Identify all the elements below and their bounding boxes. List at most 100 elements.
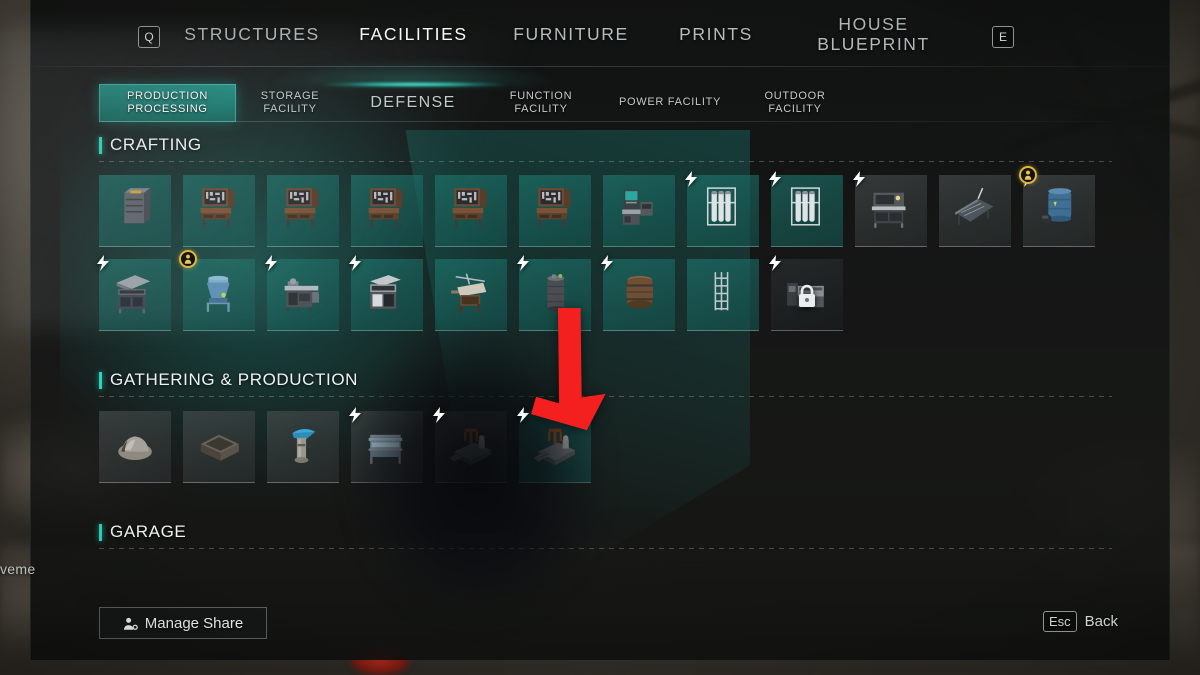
boiler-thumbnail [526, 266, 584, 321]
subtab-outdoor-facility[interactable]: OUTDOOR FACILITY [740, 84, 850, 122]
item-tile[interactable] [769, 171, 843, 247]
ore-pile-thumbnail [106, 418, 164, 473]
subtab-production-processing[interactable]: PRODUCTION PROCESSING [99, 84, 236, 122]
item-tile[interactable] [267, 175, 339, 247]
subtab-divider [99, 121, 1112, 122]
item-tile[interactable] [351, 175, 423, 247]
drafting-thumbnail [946, 182, 1004, 237]
manage-share-button[interactable]: Manage Share [99, 607, 267, 639]
item-grid-gathering-row1 [99, 407, 1119, 483]
planter-thumbnail [190, 418, 248, 473]
section-accent-bar [99, 136, 102, 154]
power-required-icon [264, 255, 278, 271]
item-tile[interactable] [433, 407, 507, 483]
tank-rack-thumbnail [694, 182, 752, 237]
item-tile[interactable] [519, 175, 591, 247]
item-tile[interactable] [183, 175, 255, 247]
tab-structures[interactable]: STRUCTURES [168, 24, 336, 44]
power-required-icon [684, 171, 698, 187]
key-hint-q[interactable]: Q [138, 26, 160, 48]
item-tile[interactable] [99, 411, 171, 483]
power-required-icon [516, 255, 530, 271]
item-tile[interactable] [99, 175, 171, 247]
tab-facilities-label: FACILITIES [359, 23, 468, 44]
item-tile[interactable] [687, 259, 759, 331]
subtab-power-facility[interactable]: POWER FACILITY [600, 84, 740, 122]
workbench-thumbnail [442, 182, 500, 237]
section-accent-bar [99, 371, 102, 389]
workbench-thumbnail [274, 182, 332, 237]
workbench-thumbnail [526, 182, 584, 237]
lab-bench-thumbnail [610, 182, 668, 237]
item-tile[interactable] [1019, 166, 1095, 247]
barrel-thumbnail [610, 266, 668, 321]
scaffold-thumbnail [694, 266, 752, 321]
item-tile[interactable] [685, 171, 759, 247]
power-required-icon [600, 255, 614, 271]
back-label: Back [1084, 613, 1118, 630]
section-title-gathering: GATHERING & PRODUCTION [110, 370, 359, 389]
item-tile[interactable] [349, 255, 423, 331]
fume-hood-thumbnail [862, 182, 920, 237]
key-hint-esc[interactable]: Esc [1042, 611, 1077, 632]
tab-furniture[interactable]: FURNITURE [491, 24, 651, 44]
section-divider-gathering [99, 396, 1112, 397]
item-grid-crafting-row1 [99, 166, 1119, 247]
tab-facilities[interactable]: FACILITIES [323, 4, 504, 88]
item-tile[interactable] [853, 171, 927, 247]
cabinet-thumbnail [106, 182, 164, 237]
power-required-icon [768, 255, 782, 271]
section-header-garage: GARAGE [99, 522, 186, 542]
stove-thumbnail [274, 266, 332, 321]
edge-label: veme [0, 561, 36, 577]
workbench-thumbnail [358, 182, 416, 237]
item-tile[interactable] [769, 255, 843, 331]
person-share-icon [123, 617, 138, 630]
item-tile[interactable] [603, 175, 675, 247]
power-required-icon [348, 407, 362, 423]
section-divider-garage [99, 548, 1112, 549]
tab-house-blueprint[interactable]: HOUSE BLUEPRINT [781, 14, 966, 54]
grill-thumbnail [106, 266, 164, 321]
item-tile[interactable] [349, 407, 423, 483]
blue-hopper-thumbnail [190, 266, 248, 321]
tab-prints[interactable]: PRINTS [651, 24, 781, 44]
item-tile[interactable] [517, 407, 591, 483]
subtab-function-facility[interactable]: FUNCTION FACILITY [482, 84, 600, 122]
header-divider [30, 66, 1170, 67]
water-pump-thumbnail [274, 418, 332, 473]
item-tile[interactable] [435, 259, 507, 331]
item-tile[interactable] [267, 411, 339, 483]
power-required-icon [516, 407, 530, 423]
rig-platform-thumbnail [526, 418, 584, 473]
loom-thumbnail [442, 266, 500, 321]
section-header-gathering: GATHERING & PRODUCTION [99, 370, 358, 390]
back-hint[interactable]: Esc Back [1042, 611, 1118, 632]
section-header-crafting: CRAFTING [99, 135, 202, 155]
item-tile[interactable] [183, 411, 255, 483]
item-tile[interactable] [435, 175, 507, 247]
subtab-defense[interactable]: DEFENSE [344, 84, 482, 122]
rig-platform-thumbnail [442, 418, 500, 473]
power-required-icon [432, 407, 446, 423]
section-title-garage: GARAGE [110, 522, 187, 541]
section-title-crafting: CRAFTING [110, 135, 202, 154]
premium-badge-icon [1019, 166, 1037, 184]
item-tile[interactable] [97, 255, 171, 331]
game-screen: Q E STRUCTURES FACILITIES FURNITURE PRIN… [0, 0, 1200, 675]
item-tile[interactable] [939, 175, 1011, 247]
item-tile[interactable] [265, 255, 339, 331]
item-tile[interactable] [179, 250, 255, 331]
subtab-storage-facility[interactable]: STORAGE FACILITY [236, 84, 344, 122]
section-divider-crafting [99, 161, 1112, 162]
oven-thumbnail [358, 266, 416, 321]
item-grid-crafting-row2 [97, 250, 1119, 331]
key-hint-e[interactable]: E [992, 26, 1014, 48]
tank-rack-thumbnail [778, 182, 836, 237]
power-required-icon [348, 255, 362, 271]
blue-tank-thumbnail [1030, 182, 1088, 237]
power-required-icon [768, 171, 782, 187]
item-tile[interactable] [601, 255, 675, 331]
manage-share-label: Manage Share [144, 614, 244, 632]
item-tile[interactable] [517, 255, 591, 331]
